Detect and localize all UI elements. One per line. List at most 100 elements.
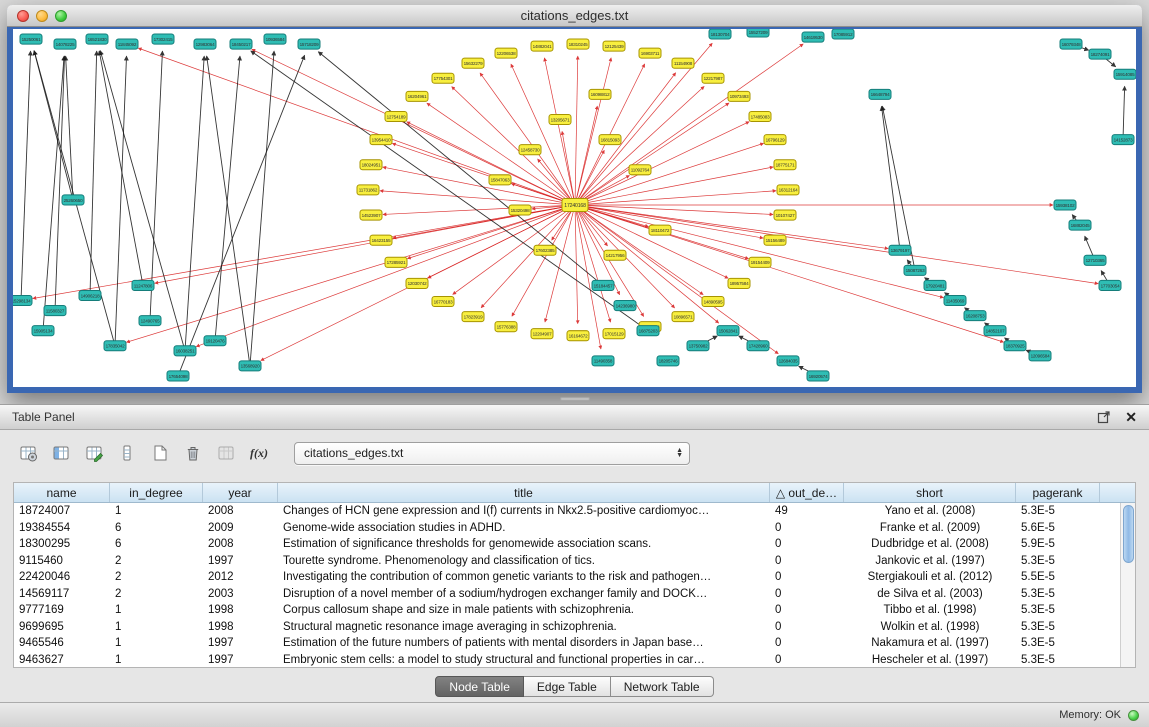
graph-node[interactable]: 16208753 bbox=[964, 311, 986, 321]
graph-node[interactable]: 15087263 bbox=[904, 265, 926, 275]
close-panel-icon[interactable]: ✕ bbox=[1125, 409, 1137, 426]
table-cell[interactable]: 22420046 bbox=[14, 571, 110, 583]
table-cell[interactable]: 49 bbox=[770, 505, 844, 517]
rows-icon[interactable] bbox=[115, 441, 139, 465]
graph-node[interactable]: 17302415 bbox=[152, 34, 174, 44]
graph-node[interactable]: 15527209 bbox=[747, 29, 769, 37]
table-cell[interactable]: 1997 bbox=[203, 654, 278, 666]
window-titlebar[interactable]: citations_edges.txt bbox=[7, 5, 1142, 27]
scrollbar-thumb[interactable] bbox=[1123, 505, 1134, 563]
table-cell[interactable]: 0 bbox=[770, 522, 844, 534]
graph-node[interactable]: 12754189 bbox=[385, 111, 407, 121]
graph-node[interactable]: 15320498 bbox=[509, 205, 531, 215]
graph-node[interactable]: 15298134 bbox=[13, 295, 32, 305]
graph-node[interactable]: 16098812 bbox=[589, 89, 611, 99]
graph-node[interactable]: 15905134 bbox=[32, 326, 54, 336]
table-cell[interactable]: 0 bbox=[770, 621, 844, 633]
column-header-title[interactable]: title bbox=[278, 483, 770, 502]
graph-node[interactable]: 15938102 bbox=[1054, 200, 1076, 210]
graph-node[interactable]: 17823919 bbox=[462, 312, 484, 322]
graph-node[interactable]: 16796129 bbox=[764, 135, 786, 145]
table-cell[interactable]: 5.5E-5 bbox=[1016, 571, 1100, 583]
graph-node[interactable]: 11247806 bbox=[132, 280, 154, 290]
graph-node[interactable]: 15184457 bbox=[592, 280, 614, 290]
table-cell[interactable]: 0 bbox=[770, 538, 844, 550]
table-cell[interactable]: 1 bbox=[110, 637, 203, 649]
network-canvas[interactable]: 1724016818310245121254391690371111154908… bbox=[7, 27, 1142, 393]
column-header-out-degree[interactable]: △ out_de… bbox=[770, 483, 844, 502]
table-cell[interactable]: 1997 bbox=[203, 637, 278, 649]
graph-node[interactable]: 14236980 bbox=[614, 301, 636, 311]
graph-node[interactable]: 16882045 bbox=[1069, 220, 1091, 230]
tab-network-table[interactable]: Network Table bbox=[611, 676, 714, 697]
zoom-button[interactable] bbox=[55, 10, 67, 22]
table-row[interactable]: 1938455462009Genome-wide association stu… bbox=[14, 520, 1135, 537]
minimize-button[interactable] bbox=[36, 10, 48, 22]
table-cell[interactable]: 5.9E-5 bbox=[1016, 538, 1100, 550]
graph-node[interactable]: 17602385 bbox=[534, 245, 556, 255]
graph-node[interactable]: 12217987 bbox=[702, 73, 724, 83]
table-row[interactable]: 977716911998Corpus callosum shape and si… bbox=[14, 602, 1135, 619]
table-row[interactable]: 911546021997Tourette syndrome. Phenomeno… bbox=[14, 553, 1135, 570]
graph-node[interactable]: 17703054 bbox=[1099, 280, 1121, 290]
column-header-in-degree[interactable]: in_degree bbox=[110, 483, 203, 502]
table-cell[interactable]: 9463627 bbox=[14, 654, 110, 666]
table-disabled-icon[interactable] bbox=[214, 441, 238, 465]
graph-node[interactable]: 14152873 bbox=[1112, 135, 1134, 145]
graph-node[interactable]: 18130704 bbox=[709, 29, 731, 39]
graph-node[interactable]: 15914085 bbox=[1114, 69, 1136, 79]
table-cell[interactable]: 2 bbox=[110, 555, 203, 567]
table-cell[interactable]: 18724007 bbox=[14, 505, 110, 517]
table-cell[interactable]: 1 bbox=[110, 621, 203, 633]
graph-hub-node[interactable]: 17240168 bbox=[562, 198, 588, 211]
network-graph[interactable]: 1724016818310245121254391690371111154908… bbox=[13, 29, 1136, 387]
graph-node[interactable]: 16521830 bbox=[86, 34, 108, 44]
graph-node[interactable]: 14882041 bbox=[531, 41, 553, 51]
graph-node[interactable]: 16079348 bbox=[1060, 39, 1082, 49]
table-cell[interactable]: 6 bbox=[110, 538, 203, 550]
graph-node[interactable]: 13954410 bbox=[370, 135, 392, 145]
table-source-dropdown[interactable]: citations_edges.txt ▲▼ bbox=[294, 442, 690, 465]
graph-node[interactable]: 11731862 bbox=[357, 185, 379, 195]
graph-node[interactable]: 16204961 bbox=[406, 91, 428, 101]
graph-node[interactable]: 18274091 bbox=[1089, 49, 1111, 59]
column-header-short[interactable]: short bbox=[844, 483, 1016, 502]
graph-node[interactable]: 11490358 bbox=[592, 356, 614, 366]
graph-node[interactable]: 14906218 bbox=[79, 290, 101, 300]
table-row[interactable]: 1872400712008Changes of HCN gene express… bbox=[14, 503, 1135, 520]
table-cell[interactable]: 5.3E-5 bbox=[1016, 505, 1100, 517]
table-columns-icon[interactable] bbox=[49, 441, 73, 465]
table-cell[interactable]: de Silva et al. (2003) bbox=[844, 588, 1016, 600]
graph-node[interactable]: 16038251 bbox=[174, 346, 196, 356]
table-cell[interactable]: Yano et al. (2008) bbox=[844, 505, 1016, 517]
table-cell[interactable]: 5.3E-5 bbox=[1016, 637, 1100, 649]
graph-node[interactable]: 12458730 bbox=[519, 145, 541, 155]
graph-node[interactable]: 12125439 bbox=[603, 41, 625, 51]
table-row[interactable]: 946554611997Estimation of the future num… bbox=[14, 635, 1135, 652]
graph-node[interactable]: 14852107 bbox=[984, 326, 1006, 336]
graph-node[interactable]: 16648794 bbox=[869, 89, 891, 99]
table-cell[interactable]: 0 bbox=[770, 654, 844, 666]
graph-node[interactable]: 17654098 bbox=[167, 371, 189, 381]
table-cell[interactable]: 5.3E-5 bbox=[1016, 604, 1100, 616]
column-header-name[interactable]: name bbox=[14, 483, 110, 502]
table-cell[interactable]: 0 bbox=[770, 571, 844, 583]
graph-node[interactable]: 12684035 bbox=[777, 356, 799, 366]
table-cell[interactable]: 0 bbox=[770, 588, 844, 600]
graph-node[interactable]: 13205671 bbox=[549, 114, 571, 124]
table-cell[interactable]: Jankovic et al. (1997) bbox=[844, 555, 1016, 567]
table-cell[interactable]: Nakamura et al. (1997) bbox=[844, 637, 1016, 649]
graph-node[interactable]: 17285921 bbox=[385, 257, 407, 267]
graph-node[interactable]: 15776388 bbox=[495, 322, 517, 332]
graph-node[interactable]: 17428960 bbox=[747, 341, 769, 351]
table-cell[interactable]: Disruption of a novel member of a sodium… bbox=[278, 588, 770, 600]
graph-node[interactable]: 11580327 bbox=[44, 306, 66, 316]
table-cell[interactable]: 9699695 bbox=[14, 621, 110, 633]
new-doc-icon[interactable] bbox=[148, 441, 172, 465]
table-cell[interactable]: 19384554 bbox=[14, 522, 110, 534]
column-header-year[interactable]: year bbox=[203, 483, 278, 502]
table-cell[interactable]: 9777169 bbox=[14, 604, 110, 616]
table-cell[interactable]: 14569117 bbox=[14, 588, 110, 600]
table-cell[interactable]: Embryonic stem cells: a model to study s… bbox=[278, 654, 770, 666]
table-cell[interactable]: 2008 bbox=[203, 505, 278, 517]
